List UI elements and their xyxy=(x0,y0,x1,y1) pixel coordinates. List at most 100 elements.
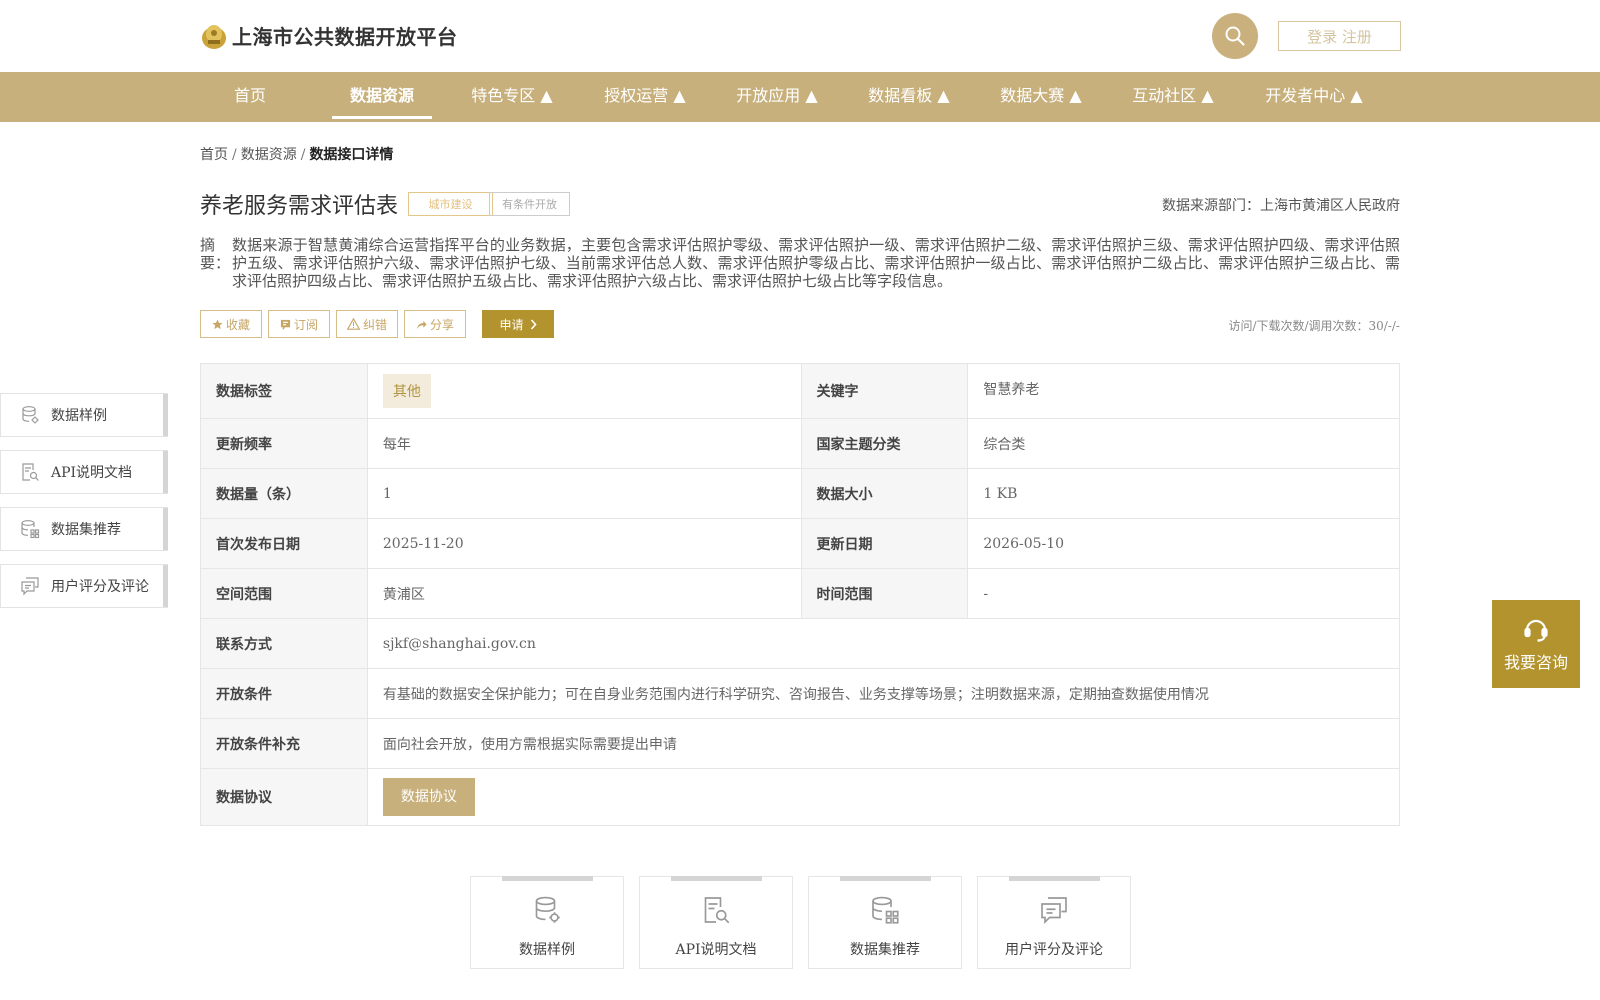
nav-open-apps[interactable]: 开放应用 ▲ xyxy=(727,72,827,122)
warning-icon xyxy=(346,318,360,330)
nav-special-zones[interactable]: 特色专区 ▲ xyxy=(462,72,562,122)
open-conditions-value: 有基础的数据安全保护能力；可在自身业务范围内进行科学研究、咨询报告、业务支撑等场… xyxy=(366,668,1401,719)
nav-community[interactable]: 互动社区 ▲ xyxy=(1123,72,1223,122)
keyword-label: 关键字 xyxy=(800,363,969,419)
sidebar-item-data-sample[interactable]: 数据样例 xyxy=(0,393,168,437)
open-conditions-label: 开放条件 xyxy=(200,668,368,719)
table-row: 数据协议 数据协议 xyxy=(200,768,1401,826)
table-row: 空间范围 黄浦区 时间范围 - xyxy=(200,568,1400,619)
card-label: 数据样例 xyxy=(519,942,575,958)
search-button[interactable] xyxy=(1212,13,1258,59)
abstract-text: 数据来源于智慧黄浦综合运营指挥平台的业务数据，主要包含需求评估照护零级、需求评估… xyxy=(232,236,1400,290)
nav-home[interactable]: 首页 xyxy=(200,72,300,122)
consult-button[interactable]: 我要咨询 xyxy=(1492,600,1580,688)
consult-label: 我要咨询 xyxy=(1503,653,1568,672)
nav-data-resources[interactable]: 数据资源 xyxy=(332,72,432,122)
sidebar-item-label: 数据样例 xyxy=(51,408,107,424)
table-row: 数据量（条） 1 数据大小 1 KB xyxy=(200,468,1400,519)
data-tag-pill[interactable]: 其他 xyxy=(382,374,431,408)
spatial-range-label: 空间范围 xyxy=(200,568,368,619)
share-button[interactable]: 分享 xyxy=(404,310,466,338)
top-header: 上海市公共数据开放平台 登录 注册 xyxy=(0,0,1600,72)
chevron-right-icon xyxy=(530,318,537,330)
nav-developer-center[interactable]: 开发者中心 ▲ xyxy=(1257,72,1371,122)
table-row: 首次发布日期 2025-11-20 更新日期 2026-05-10 xyxy=(200,518,1400,569)
keyword-value: 智慧养老 xyxy=(967,363,1400,419)
sidebar-item-label: 用户评分及评论 xyxy=(51,579,149,595)
first-publish-label: 首次发布日期 xyxy=(200,518,368,569)
bottom-feature-cards: 数据样例 API说明文档 数据集推荐 用户评分及评论 xyxy=(470,876,1131,969)
table-row: 更新频率 每年 国家主题分类 综合类 xyxy=(200,418,1400,469)
database-gear-icon xyxy=(531,893,563,927)
sidebar-item-label: API说明文档 xyxy=(51,465,133,481)
database-gear-icon xyxy=(19,404,41,426)
open-type-tag: 有条件开放 xyxy=(489,192,570,216)
subscribe-button[interactable]: 订阅 xyxy=(268,310,330,338)
data-agreement-button[interactable]: 数据协议 xyxy=(382,778,475,816)
nav-data-dashboard[interactable]: 数据看板 ▲ xyxy=(859,72,959,122)
nav-authorized-ops[interactable]: 授权运营 ▲ xyxy=(595,72,695,122)
national-theme-label: 国家主题分类 xyxy=(800,418,969,469)
source-department: 数据来源部门：上海市黄浦区人民政府 xyxy=(1162,198,1400,214)
database-grid-icon xyxy=(869,893,901,927)
breadcrumb-section[interactable]: 数据资源 xyxy=(241,147,297,163)
card-label: 用户评分及评论 xyxy=(1005,942,1103,958)
open-conditions-extra-label: 开放条件补充 xyxy=(200,718,368,769)
update-date-label: 更新日期 xyxy=(800,518,969,569)
update-date-value: 2026-05-10 xyxy=(967,518,1400,569)
sidebar-item-ratings-comments[interactable]: 用户评分及评论 xyxy=(0,564,168,608)
report-error-label: 纠错 xyxy=(362,317,387,332)
card-label: 数据集推荐 xyxy=(850,942,920,958)
card-label: API说明文档 xyxy=(675,942,757,958)
card-api-docs[interactable]: API说明文档 xyxy=(639,876,793,969)
time-range-label: 时间范围 xyxy=(800,568,969,619)
data-agreement-label: 数据协议 xyxy=(200,768,368,826)
logo-emblem-icon xyxy=(200,22,228,50)
report-error-button[interactable]: 纠错 xyxy=(336,310,398,338)
national-theme-value: 综合类 xyxy=(967,418,1400,469)
chat-bubbles-icon xyxy=(19,575,41,597)
favorite-label: 收藏 xyxy=(225,317,250,332)
data-size-value: 1 KB xyxy=(967,468,1400,519)
sidebar-item-dataset-recommend[interactable]: 数据集推荐 xyxy=(0,507,168,551)
category-tag: 城市建设 xyxy=(408,192,493,216)
apply-button[interactable]: 申请 xyxy=(482,310,554,338)
main-nav: 首页 数据资源 特色专区 ▲ 授权运营 ▲ 开放应用 ▲ 数据看板 ▲ 数据大赛… xyxy=(0,72,1600,122)
nav-data-contest[interactable]: 数据大赛 ▲ xyxy=(991,72,1091,122)
sidebar-item-label: 数据集推荐 xyxy=(51,522,121,538)
card-dataset-recommend[interactable]: 数据集推荐 xyxy=(808,876,962,969)
data-tag-cell: 其他 xyxy=(366,363,802,419)
dataset-abstract: 摘要： 数据来源于智慧黄浦综合运营指挥平台的业务数据，主要包含需求评估照护零级、… xyxy=(200,236,1400,290)
spatial-range-value: 黄浦区 xyxy=(366,568,802,619)
breadcrumb-current: 数据接口详情 xyxy=(309,147,394,163)
data-size-label: 数据大小 xyxy=(800,468,969,519)
visit-download-counts: 访问/下载次数/调用次数：30/-/- xyxy=(1228,319,1400,333)
breadcrumb: 首页 / 数据资源 / 数据接口详情 xyxy=(200,144,393,164)
contact-label: 联系方式 xyxy=(200,618,368,669)
breadcrumb-separator: / xyxy=(300,147,306,163)
table-row: 开放条件 有基础的数据安全保护能力；可在自身业务范围内进行科学研究、咨询报告、业… xyxy=(200,668,1401,719)
open-conditions-extra-value: 面向社会开放，使用方需根据实际需要提出申请 xyxy=(366,718,1401,769)
share-label: 分享 xyxy=(429,317,454,332)
star-icon xyxy=(212,318,223,329)
login-register-button[interactable]: 登录 注册 xyxy=(1278,21,1401,51)
database-grid-icon xyxy=(19,518,41,540)
card-data-sample[interactable]: 数据样例 xyxy=(470,876,624,969)
table-row: 开放条件补充 面向社会开放，使用方需根据实际需要提出申请 xyxy=(200,718,1401,769)
sidebar-item-api-docs[interactable]: API说明文档 xyxy=(0,450,168,494)
first-publish-value: 2025-11-20 xyxy=(366,518,802,569)
card-ratings-comments[interactable]: 用户评分及评论 xyxy=(977,876,1131,969)
action-bar: 收藏 订阅 纠错 分享 申请 xyxy=(200,310,554,338)
site-logo[interactable]: 上海市公共数据开放平台 xyxy=(200,21,458,50)
data-agreement-cell: 数据协议 xyxy=(366,768,1401,826)
breadcrumb-home[interactable]: 首页 xyxy=(200,147,228,163)
favorite-button[interactable]: 收藏 xyxy=(200,310,262,338)
document-search-icon xyxy=(700,893,732,927)
data-tag-label: 数据标签 xyxy=(200,363,368,419)
chat-bubbles-icon xyxy=(1038,893,1070,927)
abstract-label: 摘要： xyxy=(200,236,231,272)
search-icon xyxy=(1225,26,1245,46)
apply-label: 申请 xyxy=(499,317,524,332)
site-title: 上海市公共数据开放平台 xyxy=(232,25,458,49)
document-search-icon xyxy=(19,461,41,483)
